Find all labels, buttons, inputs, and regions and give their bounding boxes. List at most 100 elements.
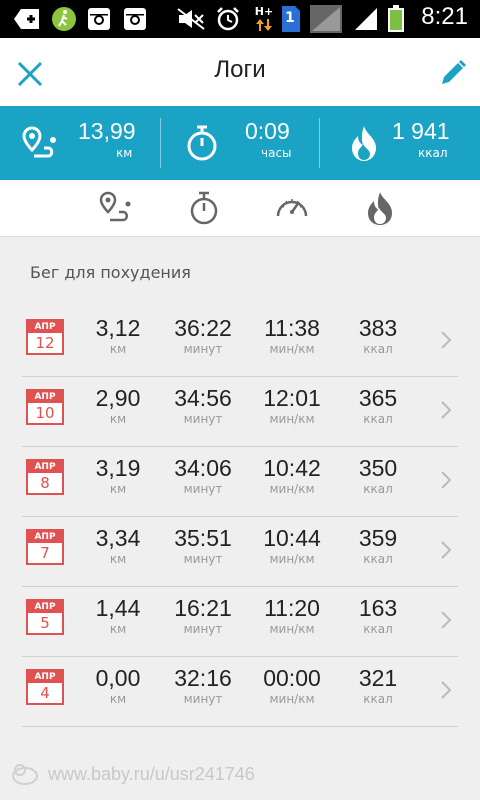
- distance-cell: 3,19 км: [72, 454, 164, 496]
- instagram-icon: [122, 5, 148, 33]
- duration-cell: 36:22 минут: [160, 314, 246, 356]
- pace-cell: 10:42 мин/км: [248, 454, 336, 496]
- calories-value: 359: [358, 525, 398, 551]
- chevron-right-icon: [441, 401, 452, 419]
- data-arrows-icon: H+: [252, 5, 276, 33]
- duration-unit: минут: [183, 342, 223, 356]
- calories-value: 321: [358, 665, 398, 691]
- duration-unit: минут: [183, 412, 223, 426]
- distance-value: 1,44: [95, 595, 141, 621]
- calendar-date-icon: АПР 8: [26, 459, 64, 495]
- signal-icon: [352, 5, 380, 33]
- mute-icon: [176, 5, 206, 33]
- calories-cell: 350 ккал: [338, 454, 418, 496]
- date-month: АПР: [28, 601, 62, 613]
- calendar-date-icon: АПР 12: [26, 319, 64, 355]
- tab-duration[interactable]: [186, 190, 222, 226]
- calories-cell: 383 ккал: [338, 314, 418, 356]
- log-row[interactable]: АПР 7 3,34 км 35:51 минут 10:44 мин/км 359 ккал: [22, 516, 458, 587]
- duration-value: 36:22: [174, 315, 232, 341]
- distance-cell: 3,34 км: [72, 524, 164, 566]
- walk-app-icon: [50, 5, 78, 33]
- duration-cell: 35:51 минут: [160, 524, 246, 566]
- log-row[interactable]: АПР 4 0,00 км 32:16 минут 00:00 мин/км 321 ккал: [22, 656, 458, 727]
- pace-value: 11:20: [264, 595, 320, 621]
- pace-unit: мин/км: [269, 342, 315, 356]
- duration-value: 32:16: [174, 665, 232, 691]
- distance-value: 3,12: [95, 315, 141, 341]
- pace-unit: мин/км: [269, 482, 315, 496]
- pace-unit: мин/км: [269, 552, 315, 566]
- summary-distance: 13,99 км: [0, 106, 160, 180]
- duration-value: 16:21: [174, 595, 232, 621]
- pencil-icon: [442, 60, 466, 84]
- pace-unit: мин/км: [269, 692, 315, 706]
- calendar-date-icon: АПР 10: [26, 389, 64, 425]
- chevron-right-icon: [441, 541, 452, 559]
- duration-cell: 16:21 минут: [160, 594, 246, 636]
- distance-unit: км: [109, 552, 127, 566]
- summary-bar: 13,99 км 0:09 часы 1 941 ккал: [0, 106, 480, 180]
- summary-distance-unit: км: [116, 146, 133, 160]
- calories-unit: ккал: [363, 482, 393, 496]
- tab-distance[interactable]: [98, 190, 134, 226]
- duration-unit: минут: [183, 692, 223, 706]
- instagram-icon: [86, 5, 112, 33]
- duration-value: 35:51: [174, 525, 232, 551]
- distance-value: 0,00: [95, 665, 141, 691]
- distance-cell: 0,00 км: [72, 664, 164, 706]
- add-icon: [12, 5, 42, 33]
- route-icon: [22, 126, 56, 158]
- log-row[interactable]: АПР 10 2,90 км 34:56 минут 12:01 мин/км 365 ккал: [22, 376, 458, 447]
- chevron-right-icon: [441, 471, 452, 489]
- duration-unit: минут: [183, 622, 223, 636]
- distance-value: 2,90: [95, 385, 141, 411]
- log-row[interactable]: АПР 12 3,12 км 36:22 минут 11:38 мин/км 383 ккал: [22, 306, 458, 377]
- distance-value: 3,19: [95, 455, 141, 481]
- distance-unit: км: [109, 342, 127, 356]
- watermark-logo-icon: [12, 764, 38, 785]
- stopwatch-icon: [187, 125, 217, 161]
- calories-cell: 163 ккал: [338, 594, 418, 636]
- flame-tab-icon: [368, 192, 392, 225]
- distance-value: 3,34: [95, 525, 141, 551]
- watermark-text: www.baby.ru/u/usr241746: [48, 764, 255, 784]
- date-month: АПР: [28, 531, 62, 543]
- calendar-date-icon: АПР 7: [26, 529, 64, 565]
- pace-cell: 00:00 мин/км: [248, 664, 336, 706]
- date-month: АПР: [28, 461, 62, 473]
- distance-unit: км: [109, 412, 127, 426]
- summary-distance-value: 13,99: [78, 118, 136, 144]
- distance-unit: км: [109, 482, 127, 496]
- edit-button[interactable]: [438, 58, 468, 88]
- calories-unit: ккал: [363, 622, 393, 636]
- distance-cell: 2,90 км: [72, 384, 164, 426]
- speedometer-tab-icon: [276, 199, 308, 217]
- date-day: 4: [40, 684, 50, 702]
- duration-cell: 32:16 минут: [160, 664, 246, 706]
- tab-pace[interactable]: [274, 190, 310, 226]
- tab-calories[interactable]: [362, 190, 398, 226]
- calories-unit: ккал: [363, 552, 393, 566]
- date-month: АПР: [28, 671, 62, 683]
- date-day: 8: [40, 474, 50, 492]
- app-bar: Логи: [0, 38, 480, 106]
- calories-unit: ккал: [363, 692, 393, 706]
- log-row[interactable]: АПР 5 1,44 км 16:21 минут 11:20 мин/км 163 ккал: [22, 586, 458, 657]
- date-month: АПР: [28, 391, 62, 403]
- pace-cell: 10:44 мин/км: [248, 524, 336, 566]
- pace-cell: 11:38 мин/км: [248, 314, 336, 356]
- log-row[interactable]: АПР 8 3,19 км 34:06 минут 10:42 мин/км 350 ккал: [22, 446, 458, 517]
- pace-value: 00:00: [263, 665, 321, 691]
- date-day: 12: [35, 334, 55, 352]
- duration-value: 34:06: [174, 455, 232, 481]
- pace-unit: мин/км: [269, 622, 315, 636]
- sim-icon: 1: [280, 5, 302, 33]
- route-tab-icon: [99, 191, 131, 222]
- summary-calories-unit: ккал: [418, 146, 448, 160]
- calories-value: 163: [358, 595, 398, 621]
- pace-cell: 11:20 мин/км: [248, 594, 336, 636]
- duration-value: 34:56: [174, 385, 232, 411]
- flame-icon: [352, 126, 376, 161]
- date-month: АПР: [28, 321, 62, 333]
